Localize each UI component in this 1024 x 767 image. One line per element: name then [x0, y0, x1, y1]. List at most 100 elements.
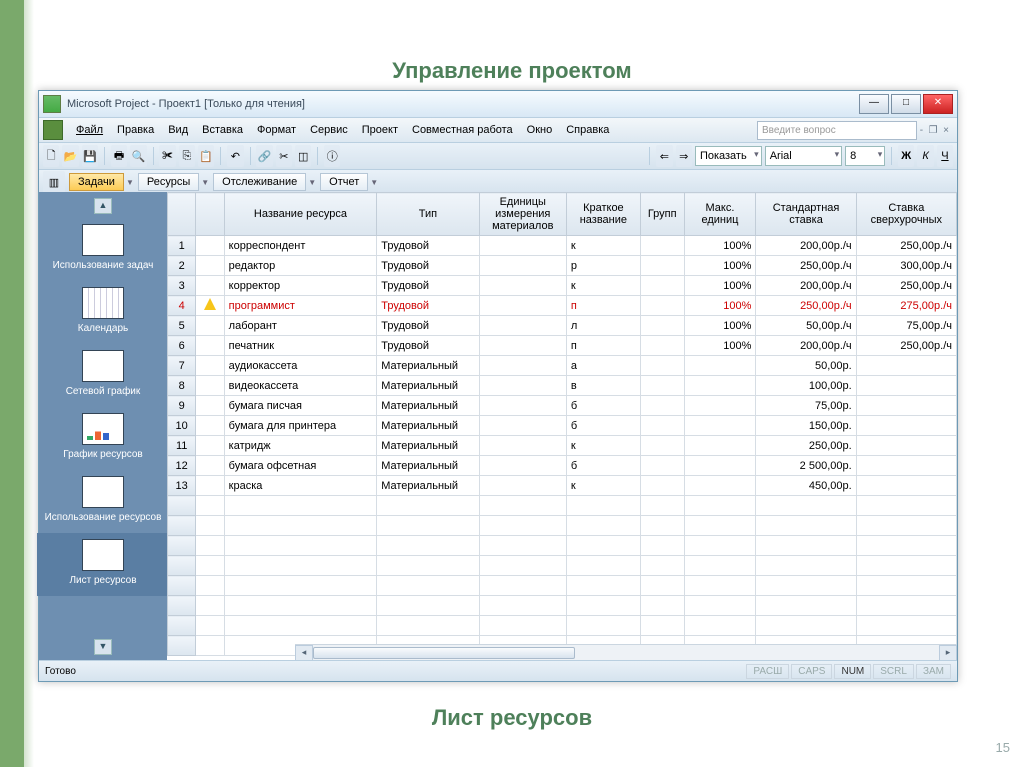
cell-unit[interactable]: [479, 476, 566, 496]
sidebar-resource-graph[interactable]: График ресурсов: [37, 407, 169, 470]
cell-ot[interactable]: [856, 476, 956, 496]
cut-icon[interactable]: ✀: [159, 145, 175, 167]
cell-short[interactable]: к: [566, 276, 640, 296]
title-bar[interactable]: Microsoft Project - Проект1 [Только для …: [39, 91, 957, 118]
close-button[interactable]: ✕: [923, 94, 953, 114]
table-row[interactable]: 4 программист Трудовой п 100% 250,00р./ч…: [168, 296, 957, 316]
cell-max[interactable]: 100%: [684, 296, 756, 316]
cell-type[interactable]: Трудовой: [377, 256, 479, 276]
cell-unit[interactable]: [479, 416, 566, 436]
cell-type[interactable]: Трудовой: [377, 296, 479, 316]
cell-short[interactable]: к: [566, 436, 640, 456]
cell-rate[interactable]: 2 500,00р.: [756, 456, 856, 476]
cell-group[interactable]: [640, 276, 684, 296]
cell-type[interactable]: Материальный: [377, 376, 479, 396]
cell-unit[interactable]: [479, 336, 566, 356]
cell-rate[interactable]: 250,00р./ч: [756, 256, 856, 276]
cell-ot[interactable]: 250,00р./ч: [856, 236, 956, 256]
tab-tracking[interactable]: Отслеживание: [213, 173, 306, 191]
sidebar-task-usage[interactable]: Использование задач: [37, 218, 169, 281]
cell-max[interactable]: [684, 456, 756, 476]
row-number[interactable]: 12: [168, 456, 196, 476]
row-number[interactable]: 5: [168, 316, 196, 336]
cell-unit[interactable]: [479, 376, 566, 396]
row-number[interactable]: 13: [168, 476, 196, 496]
table-row[interactable]: 12 бумага офсетная Материальный б 2 500,…: [168, 456, 957, 476]
table-row[interactable]: 2 редактор Трудовой р 100% 250,00р./ч 30…: [168, 256, 957, 276]
col-header[interactable]: Краткое название: [566, 193, 640, 236]
menu-tools[interactable]: Сервис: [303, 121, 355, 139]
cell-rate[interactable]: 200,00р./ч: [756, 236, 856, 256]
cell-unit[interactable]: [479, 296, 566, 316]
cell-rate[interactable]: 250,00р.: [756, 436, 856, 456]
col-header[interactable]: Ставка сверхурочных: [856, 193, 956, 236]
cell-group[interactable]: [640, 376, 684, 396]
cell-ot[interactable]: 250,00р./ч: [856, 336, 956, 356]
cell-group[interactable]: [640, 476, 684, 496]
maximize-button[interactable]: □: [891, 94, 921, 114]
cell-unit[interactable]: [479, 316, 566, 336]
col-header[interactable]: [196, 193, 224, 236]
cell-type[interactable]: Материальный: [377, 476, 479, 496]
sidebar-resource-usage[interactable]: Использование ресурсов: [37, 470, 169, 533]
table-row[interactable]: 10 бумага для принтера Материальный б 15…: [168, 416, 957, 436]
scroll-thumb[interactable]: [313, 647, 575, 659]
cell-short[interactable]: п: [566, 296, 640, 316]
cell-unit[interactable]: [479, 236, 566, 256]
cell-rate[interactable]: 75,00р.: [756, 396, 856, 416]
menu-edit[interactable]: Правка: [110, 121, 161, 139]
cell-name[interactable]: бумага для принтера: [224, 416, 377, 436]
cell-rate[interactable]: 450,00р.: [756, 476, 856, 496]
horizontal-scrollbar[interactable]: ◂ ▸: [295, 644, 957, 661]
col-header[interactable]: Единицы измерения материалов: [479, 193, 566, 236]
cell-short[interactable]: п: [566, 336, 640, 356]
cell-short[interactable]: л: [566, 316, 640, 336]
underline-icon[interactable]: Ч: [937, 145, 953, 167]
row-number[interactable]: 8: [168, 376, 196, 396]
row-number[interactable]: 9: [168, 396, 196, 416]
copy-icon[interactable]: ⎘: [179, 145, 195, 167]
cell-ot[interactable]: 300,00р./ч: [856, 256, 956, 276]
table-row[interactable]: 6 печатник Трудовой п 100% 200,00р./ч 25…: [168, 336, 957, 356]
table-row[interactable]: 8 видеокассета Материальный в 100,00р.: [168, 376, 957, 396]
cell-max[interactable]: [684, 416, 756, 436]
cell-name[interactable]: корреспондент: [224, 236, 377, 256]
row-number[interactable]: 3: [168, 276, 196, 296]
sidebar-calendar[interactable]: Календарь: [37, 281, 169, 344]
cell-unit[interactable]: [479, 396, 566, 416]
open-icon[interactable]: 📂: [62, 145, 78, 167]
cell-rate[interactable]: 200,00р./ч: [756, 276, 856, 296]
row-number[interactable]: 6: [168, 336, 196, 356]
cell-unit[interactable]: [479, 256, 566, 276]
preview-icon[interactable]: 🔍: [130, 145, 146, 167]
cell-max[interactable]: [684, 356, 756, 376]
cell-group[interactable]: [640, 436, 684, 456]
cell-name[interactable]: краска: [224, 476, 377, 496]
row-number[interactable]: 2: [168, 256, 196, 276]
cell-group[interactable]: [640, 456, 684, 476]
cell-ot[interactable]: [856, 416, 956, 436]
cell-name[interactable]: редактор: [224, 256, 377, 276]
sidebar-scroll-up[interactable]: ▲: [94, 198, 112, 214]
cell-rate[interactable]: 200,00р./ч: [756, 336, 856, 356]
cell-short[interactable]: к: [566, 236, 640, 256]
table-row[interactable]: [168, 616, 957, 636]
menu-help[interactable]: Справка: [559, 121, 616, 139]
cell-type[interactable]: Материальный: [377, 436, 479, 456]
cell-group[interactable]: [640, 356, 684, 376]
table-row[interactable]: 3 корректор Трудовой к 100% 200,00р./ч 2…: [168, 276, 957, 296]
cell-ot[interactable]: 250,00р./ч: [856, 276, 956, 296]
cell-short[interactable]: б: [566, 416, 640, 436]
cell-group[interactable]: [640, 416, 684, 436]
paste-icon[interactable]: 📋: [198, 145, 214, 167]
cell-short[interactable]: а: [566, 356, 640, 376]
cell-type[interactable]: Материальный: [377, 396, 479, 416]
cell-type[interactable]: Материальный: [377, 356, 479, 376]
cell-name[interactable]: бумага писчая: [224, 396, 377, 416]
nav-back-icon[interactable]: ⇐: [656, 145, 672, 167]
cell-ot[interactable]: [856, 356, 956, 376]
cell-group[interactable]: [640, 396, 684, 416]
fontsize-combo[interactable]: 8: [845, 146, 885, 166]
cell-ot[interactable]: 275,00р./ч: [856, 296, 956, 316]
col-header[interactable]: Групп: [640, 193, 684, 236]
